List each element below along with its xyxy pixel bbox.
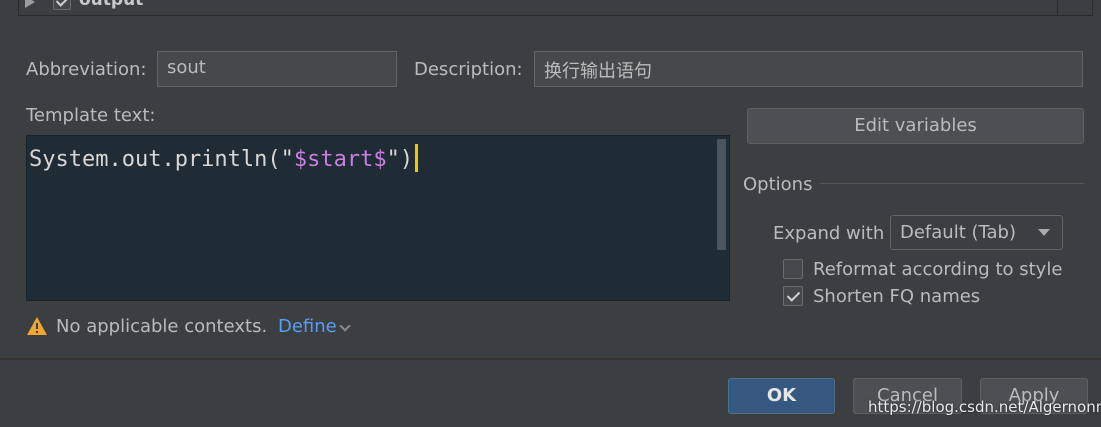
reformat-checkbox[interactable]: [783, 259, 803, 279]
shorten-fq-label[interactable]: Shorten FQ names: [813, 286, 980, 307]
expand-with-select[interactable]: Default (Tab): [890, 215, 1063, 250]
template-tree: output: [18, 0, 1093, 16]
chevron-down-icon[interactable]: [339, 320, 351, 332]
code-prefix: System.out.println(": [29, 147, 294, 172]
dropdown-arrow-icon: [1038, 229, 1050, 236]
editor-scrollbar[interactable]: [717, 139, 726, 250]
expand-with-value: Default (Tab): [900, 222, 1017, 243]
options-separator: [820, 183, 1084, 184]
warning-icon: [27, 317, 47, 335]
code-variable: $start$: [293, 147, 387, 172]
context-warning-text: No applicable contexts.: [56, 316, 268, 337]
template-group-checkbox[interactable]: [53, 0, 71, 10]
edit-variables-button[interactable]: Edit variables: [747, 108, 1084, 144]
live-template-dialog: output Abbreviation: sout Description: 换…: [0, 0, 1101, 427]
define-link[interactable]: Define: [278, 316, 337, 337]
description-label: Description:: [414, 59, 523, 80]
abbreviation-input[interactable]: sout: [157, 51, 397, 87]
template-editor[interactable]: System.out.println("$start$"): [26, 135, 730, 301]
expand-with-label: Expand with: [773, 223, 885, 244]
ok-button[interactable]: OK: [728, 378, 835, 414]
template-text-label: Template text:: [26, 105, 156, 126]
text-caret: [415, 144, 419, 172]
abbreviation-label: Abbreviation:: [26, 59, 147, 80]
tree-item-label[interactable]: output: [79, 0, 143, 10]
template-code[interactable]: System.out.println("$start$"): [29, 144, 419, 172]
watermark-text: https://blog.csdn.net/Algernonm: [868, 398, 1101, 416]
footer-separator: [0, 358, 1101, 360]
reformat-label[interactable]: Reformat according to style: [813, 259, 1062, 280]
description-input[interactable]: 换行输出语句: [534, 51, 1083, 87]
options-heading: Options: [743, 174, 813, 195]
code-suffix: "): [386, 147, 414, 172]
shorten-fq-checkbox[interactable]: [783, 286, 803, 306]
tree-divider: [1057, 0, 1058, 15]
expand-arrow-icon[interactable]: [25, 0, 35, 8]
